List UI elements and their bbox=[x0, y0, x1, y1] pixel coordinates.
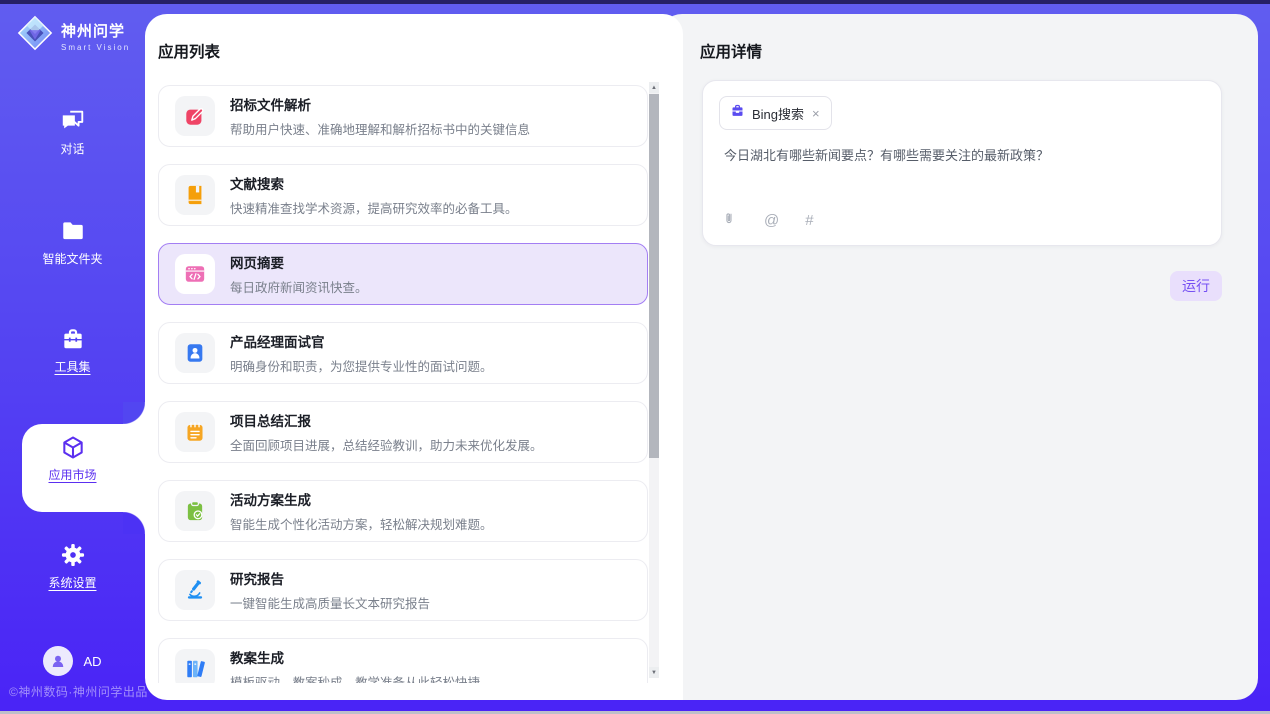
sidebar-item-label: 应用市场 bbox=[48, 466, 96, 483]
avatar bbox=[43, 646, 73, 676]
diamond-logo-icon bbox=[16, 14, 54, 57]
hash-icon[interactable]: # bbox=[805, 213, 813, 228]
app-card-title: 研究报告 bbox=[230, 568, 430, 588]
app-card-title: 项目总结汇报 bbox=[230, 410, 543, 430]
brand-subtitle: Smart Vision bbox=[61, 43, 130, 52]
app-card-desc: 明确身份和职责，为您提供专业性的面试问题。 bbox=[230, 356, 493, 375]
sidebar-item-2[interactable]: 工具集 bbox=[0, 326, 145, 388]
app-card[interactable]: 招标文件解析帮助用户快速、准确地理解和解析招标书中的关键信息 bbox=[158, 85, 648, 147]
app-list-title: 应用列表 bbox=[158, 40, 220, 62]
microscope-icon bbox=[175, 570, 215, 610]
sidebar-item-1[interactable]: 智能文件夹 bbox=[0, 218, 145, 280]
book-icon bbox=[175, 175, 215, 215]
app-list: 招标文件解析帮助用户快速、准确地理解和解析招标书中的关键信息文献搜索快速精准查找… bbox=[158, 80, 649, 683]
sidebar-item-label: 智能文件夹 bbox=[42, 250, 102, 267]
app-list-panel: 应用列表 招标文件解析帮助用户快速、准确地理解和解析招标书中的关键信息文献搜索快… bbox=[145, 14, 683, 700]
at-icon[interactable]: @ bbox=[764, 213, 779, 228]
app-card-title: 教案生成 bbox=[230, 647, 480, 667]
app-card[interactable]: 文献搜索快速精准查找学术资源，提高研究效率的必备工具。 bbox=[158, 164, 648, 226]
brand: 神州问学 Smart Vision bbox=[16, 14, 130, 57]
app-card[interactable]: 教案生成模板驱动，教案秒成，教学准备从此轻松快捷 bbox=[158, 638, 648, 683]
app-card-desc: 一键智能生成高质量长文本研究报告 bbox=[230, 593, 430, 612]
tool-tag-close-icon[interactable]: × bbox=[811, 106, 821, 121]
report-note-icon bbox=[175, 412, 215, 452]
sidebar-item-0[interactable]: 对话 bbox=[0, 108, 145, 170]
tool-tag-label: Bing搜索 bbox=[752, 104, 804, 123]
clipboard-check-icon bbox=[175, 491, 215, 531]
gear-icon bbox=[60, 542, 86, 568]
app-card[interactable]: 项目总结汇报全面回顾项目进展，总结经验教训，助力未来优化发展。 bbox=[158, 401, 648, 463]
user-initials: AD bbox=[83, 654, 101, 669]
app-card[interactable]: 活动方案生成智能生成个性化活动方案，轻松解决规划难题。 bbox=[158, 480, 648, 542]
app-card[interactable]: 网页摘要每日政府新闻资讯快查。 bbox=[158, 243, 648, 305]
app-card-desc: 全面回顾项目进展，总结经验教训，助力未来优化发展。 bbox=[230, 435, 543, 454]
app-card-desc: 智能生成个性化活动方案，轻松解决规划难题。 bbox=[230, 514, 493, 533]
app-card-desc: 快速精准查找学术资源，提高研究效率的必备工具。 bbox=[230, 198, 518, 217]
prompt-card[interactable]: Bing搜索 × 今日湖北有哪些新闻要点？有哪些需要关注的最新政策？ @ # bbox=[702, 80, 1222, 246]
scrollbar[interactable]: ▲ ▼ bbox=[649, 82, 659, 678]
run-button[interactable]: 运行 bbox=[1170, 271, 1222, 301]
sidebar-item-label: 对话 bbox=[60, 140, 84, 157]
sidebar-item-label: 系统设置 bbox=[48, 574, 96, 591]
attach-toolbar: @ # bbox=[724, 211, 814, 229]
app-window: 神州问学 Smart Vision 对话智能文件夹工具集应用市场系统设置 AD … bbox=[0, 0, 1270, 714]
sidebar: 神州问学 Smart Vision 对话智能文件夹工具集应用市场系统设置 AD … bbox=[0, 0, 145, 714]
paperclip-icon[interactable] bbox=[724, 211, 738, 229]
folder-icon bbox=[60, 218, 86, 244]
briefcase-icon bbox=[730, 103, 745, 123]
scroll-up-arrow-icon[interactable]: ▲ bbox=[649, 82, 659, 93]
prompt-text[interactable]: 今日湖北有哪些新闻要点？有哪些需要关注的最新政策？ bbox=[724, 145, 1201, 164]
user-row[interactable]: AD bbox=[0, 646, 145, 676]
chat-icon bbox=[60, 108, 86, 134]
app-card-title: 产品经理面试官 bbox=[230, 331, 493, 351]
tool-tag[interactable]: Bing搜索 × bbox=[719, 96, 832, 130]
app-card-desc: 帮助用户快速、准确地理解和解析招标书中的关键信息 bbox=[230, 119, 530, 138]
app-card-title: 文献搜索 bbox=[230, 173, 518, 193]
scrollbar-thumb[interactable] bbox=[649, 94, 659, 458]
toolbox-icon bbox=[60, 326, 86, 352]
edit-square-icon bbox=[175, 96, 215, 136]
sidebar-item-4[interactable]: 系统设置 bbox=[0, 542, 145, 604]
app-detail-title: 应用详情 bbox=[700, 40, 762, 62]
sidebar-item-3[interactable]: 应用市场 bbox=[0, 434, 145, 496]
app-card-title: 活动方案生成 bbox=[230, 489, 493, 509]
interview-icon bbox=[175, 333, 215, 373]
app-card[interactable]: 研究报告一键智能生成高质量长文本研究报告 bbox=[158, 559, 648, 621]
scroll-down-arrow-icon[interactable]: ▼ bbox=[649, 667, 659, 678]
sidebar-item-label: 工具集 bbox=[54, 358, 90, 375]
brand-name: 神州问学 bbox=[61, 20, 130, 41]
window-top-edge bbox=[0, 0, 1270, 4]
cube-icon bbox=[60, 434, 86, 460]
browser-code-icon bbox=[175, 254, 215, 294]
app-card[interactable]: 产品经理面试官明确身份和职责，为您提供专业性的面试问题。 bbox=[158, 322, 648, 384]
copyright-footer: ©神州数码·神州问学出品 bbox=[9, 683, 148, 700]
app-card-desc: 模板驱动，教案秒成，教学准备从此轻松快捷 bbox=[230, 672, 480, 683]
app-detail-panel: 应用详情 Bing搜索 × 今日湖北有哪些新闻要点？有哪些需要关注的最新政策？ bbox=[660, 14, 1258, 700]
app-card-desc: 每日政府新闻资讯快查。 bbox=[230, 277, 368, 296]
app-card-title: 网页摘要 bbox=[230, 252, 368, 272]
books-icon bbox=[175, 649, 215, 683]
app-card-title: 招标文件解析 bbox=[230, 94, 530, 114]
